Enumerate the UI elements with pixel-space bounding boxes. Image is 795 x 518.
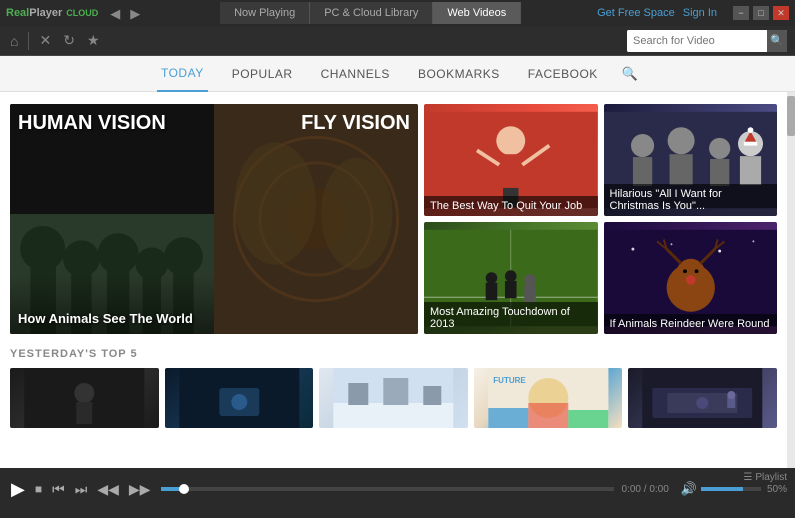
play-button[interactable]: ▶ [8, 480, 28, 498]
player-controls: ▶ ■ ⏮ ⏭ ◀◀ ▶▶ 0:00 / 0:00 🔊 50% [0, 470, 795, 508]
volume-bar[interactable] [701, 487, 761, 491]
back-button[interactable]: ◀ [106, 7, 124, 20]
logo-area: RealPlayer CLOUD [6, 7, 98, 19]
sign-in-button[interactable]: Sign In [683, 7, 717, 19]
forward-button[interactable]: ▶ [126, 7, 144, 20]
tab-today[interactable]: TODAY [157, 56, 208, 92]
window-controls: − □ ✕ [733, 6, 789, 20]
nav-tabs: TODAY POPULAR CHANNELS BOOKMARKS FACEBOO… [0, 56, 795, 92]
cloud-label: CLOUD [66, 8, 98, 18]
reindeer-caption: If Animals Reindeer Were Round [604, 314, 778, 334]
video-left-half: HUMAN VISION [10, 104, 214, 334]
human-vision-label: HUMAN VISION [10, 104, 214, 143]
video-card-touchdown[interactable]: Most Amazing Touchdown of 2013 [424, 222, 598, 334]
volume-icon: 🔊 [681, 481, 697, 497]
tab-channels[interactable]: CHANNELS [317, 56, 394, 92]
search-input[interactable] [627, 30, 767, 52]
seek-thumb [179, 484, 189, 494]
playlist-icon: ☰ [743, 472, 752, 483]
title-actions: Get Free Space Sign In − □ ✕ [597, 6, 789, 20]
get-free-space-button[interactable]: Get Free Space [597, 7, 675, 19]
home-button[interactable]: ⌂ [8, 31, 20, 51]
svg-text:FUTURE: FUTURE [493, 376, 526, 385]
scrollbar-thumb[interactable] [787, 96, 795, 136]
yesterday-section: YESTERDAY'S TOP 5 [10, 348, 777, 428]
yesterday-thumb-3[interactable] [319, 368, 468, 428]
tab-popular[interactable]: POPULAR [228, 56, 297, 92]
yesterday-thumb-row: FUTURE [10, 368, 777, 428]
scrollbar[interactable] [787, 92, 795, 468]
video-card-reindeer[interactable]: If Animals Reindeer Were Round [604, 222, 778, 334]
search-bar: 🔍 [627, 30, 787, 52]
yesterday-thumb-1[interactable] [10, 368, 159, 428]
christmas-caption: Hilarious "All I Want for Christmas Is Y… [604, 184, 778, 216]
restore-button[interactable]: □ [753, 6, 769, 20]
main-tabs: Now Playing PC & Cloud Library Web Video… [148, 2, 593, 24]
main-video-caption: How Animals See The World [18, 311, 193, 326]
video-right-half: FLY VISION [214, 104, 418, 334]
tab-now-playing[interactable]: Now Playing [220, 2, 310, 24]
rewind-button[interactable]: ◀◀ [94, 482, 122, 496]
minimize-button[interactable]: − [733, 6, 749, 20]
seek-bar[interactable] [161, 487, 613, 491]
main-content: HUMAN VISION [0, 92, 795, 468]
stop-button[interactable]: ■ [32, 483, 45, 495]
tab-web-videos[interactable]: Web Videos [433, 2, 521, 24]
fastforward-button[interactable]: ▶▶ [126, 482, 154, 496]
player-bar: ☰ Playlist ▶ ■ ⏮ ⏭ ◀◀ ▶▶ 0:00 / 0:00 🔊 5… [0, 468, 795, 518]
video-card-quit-job[interactable]: The Best Way To Quit Your Job [424, 104, 598, 216]
title-bar: RealPlayer CLOUD ◀ ▶ Now Playing PC & Cl… [0, 0, 795, 26]
volume-area: 🔊 50% [681, 481, 787, 497]
close-button[interactable]: ✕ [773, 6, 789, 20]
main-featured-video[interactable]: HUMAN VISION [10, 104, 418, 334]
nav-controls: ◀ ▶ [106, 7, 144, 20]
yesterday-thumb-5[interactable] [628, 368, 777, 428]
tab-bookmarks[interactable]: BOOKMARKS [414, 56, 504, 92]
volume-fill [701, 487, 743, 491]
tab-facebook[interactable]: FACEBOOK [524, 56, 602, 92]
search-submit-button[interactable]: 🔍 [767, 30, 787, 52]
yesterday-thumb-2[interactable] [165, 368, 314, 428]
quit-job-caption: The Best Way To Quit Your Job [424, 196, 598, 216]
fly-vision-label: FLY VISION [301, 112, 410, 135]
playlist-text: Playlist [755, 472, 787, 483]
time-display: 0:00 / 0:00 [622, 484, 669, 495]
bookmark-button[interactable]: ★ [85, 30, 102, 51]
video-card-christmas[interactable]: Hilarious "All I Want for Christmas Is Y… [604, 104, 778, 216]
featured-video-grid: HUMAN VISION [10, 104, 777, 334]
close-tab-button[interactable]: ✕ [37, 30, 53, 51]
playlist-label[interactable]: ☰ Playlist [743, 472, 787, 483]
next-button[interactable]: ⏭ [72, 482, 91, 496]
toolbar-separator [28, 32, 29, 50]
yesterday-label: YESTERDAY'S TOP 5 [10, 348, 777, 360]
side-video-grid: The Best Way To Quit Your Job [424, 104, 777, 334]
toolbar: ⌂ ✕ ↻ ★ 🔍 [0, 26, 795, 56]
nav-search-button[interactable]: 🔍 [622, 66, 638, 82]
volume-percent: 50% [767, 484, 787, 495]
touchdown-caption: Most Amazing Touchdown of 2013 [424, 302, 598, 334]
refresh-button[interactable]: ↻ [61, 30, 77, 51]
prev-button[interactable]: ⏮ [49, 482, 68, 496]
yesterday-thumb-4[interactable]: FUTURE [474, 368, 623, 428]
tab-pc-cloud-library[interactable]: PC & Cloud Library [310, 2, 433, 24]
main-content-area: HUMAN VISION [0, 92, 795, 468]
app-logo: RealPlayer [6, 7, 62, 19]
